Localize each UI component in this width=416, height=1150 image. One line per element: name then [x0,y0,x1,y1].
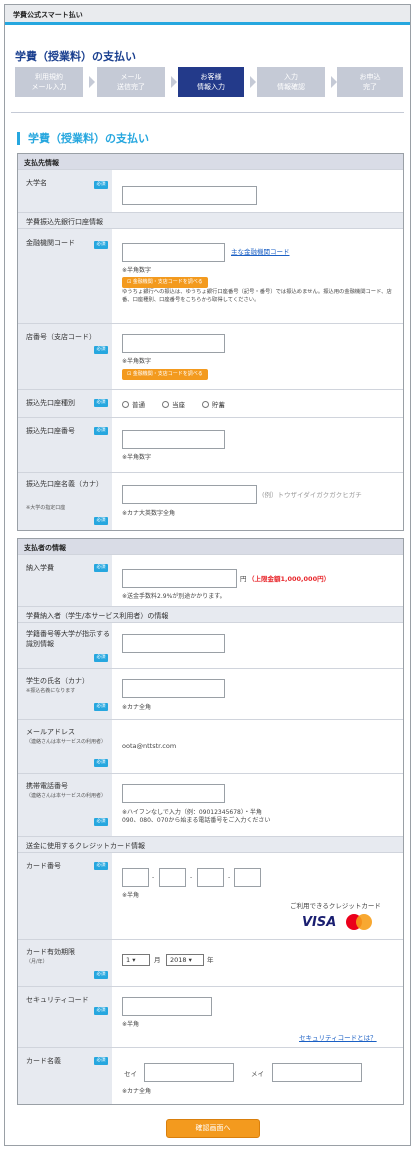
security-code-input[interactable] [122,997,212,1016]
required-badge: 必須 [94,399,108,407]
cards-label: ご利用できるクレジットカード [290,902,381,910]
required-badge: 必須 [94,703,108,711]
visa-logo: VISA [302,915,337,930]
radio-current[interactable]: 当座 [162,399,185,409]
card-number-3[interactable] [197,868,224,887]
security-code-link[interactable]: セキュリティコードとは？ [299,1032,377,1042]
divider [11,112,404,113]
email-value: oota@nttstr.com [122,742,177,750]
required-badge: 必須 [94,1007,108,1015]
card-number-2[interactable] [159,868,186,887]
section-title: 学費（授業料）の支払い [17,132,149,145]
top-bar: 学費公式スマート払い [5,5,410,25]
payer-info-box: 支払者の情報 納入学費 必須 円 （上限金額1,000,000円） ※送金手数料… [17,538,404,1105]
bank-code-input[interactable] [122,243,225,262]
branch-input[interactable] [122,334,225,353]
required-badge: 必須 [94,862,108,870]
step-5: お申込 完了 [337,67,403,97]
app-title: 学費公式スマート払い [13,11,83,19]
required-badge: 必須 [94,346,108,354]
student-name-input[interactable] [122,679,225,698]
step-arrow [171,76,177,88]
bank-code-link[interactable]: 主な金融機関コード [231,246,290,256]
card-number-4[interactable] [234,868,261,887]
card-number-1[interactable] [122,868,149,887]
required-badge: 必須 [94,971,108,979]
row-label: 大学名 必須 [18,169,112,212]
amount-input[interactable] [122,569,237,588]
bank-subheader: 学費振込先銀行口座情報 [18,212,403,228]
phone-input[interactable] [122,784,225,803]
required-badge: 必須 [94,564,108,572]
page-title: 学費（授業料）の支払い [15,50,136,63]
payer-header: 支払者の情報 [18,539,403,554]
radio-savings[interactable]: 貯蓄 [202,399,225,409]
card-subheader: 送金に使用するクレジットカード情報 [18,836,403,852]
required-badge: 必須 [94,654,108,662]
step-1: 利用規約 メール入力 [15,67,83,97]
required-badge: 必須 [94,818,108,826]
required-badge: 必須 [94,759,108,767]
confirm-button[interactable]: 確認画面へ [166,1119,260,1138]
step-arrow [250,76,256,88]
step-3-active: お客様 情報入力 [178,67,244,97]
university-input[interactable] [122,186,257,205]
step-4: 入力 情報確認 [257,67,325,97]
step-arrow [89,76,95,88]
card-holder-sei-input[interactable] [144,1063,234,1082]
required-badge: 必須 [94,427,108,435]
payee-info-box: 支払先情報 大学名 必須 学費振込先銀行口座情報 金融機関コード 必須 主な金融… [17,153,404,531]
required-badge: 必須 [94,241,108,249]
student-id-input[interactable] [122,634,225,653]
account-number-input[interactable] [122,430,225,449]
required-badge: 必須 [94,517,108,525]
lookup-code-button[interactable]: ⊡ 金融機関・支店コードを調べる [122,369,208,380]
account-name-input[interactable] [122,485,257,504]
required-badge: 必須 [94,1057,108,1065]
payer-subheader: 学費納入者（学生/本サービス利用者）の情報 [18,606,403,622]
expiry-month-select[interactable]: 1 ▾ [122,954,150,966]
payee-header: 支払先情報 [18,154,403,169]
mastercard-logo [346,914,372,932]
lookup-code-button[interactable]: ⊡ 金融機関・支店コードを調べる [122,277,208,288]
expiry-year-select[interactable]: 2018 ▾ [166,954,204,966]
progress-steps: 利用規約 メール入力 メール 送信完了 お客様 情報入力 入力 情報確認 お申込… [15,67,403,97]
page-frame: 学費公式スマート払い 学費（授業料）の支払い 利用規約 メール入力 メール 送信… [4,4,411,1146]
required-badge: 必須 [94,181,108,189]
card-holder-mei-input[interactable] [272,1063,362,1082]
radio-ordinary[interactable]: 普通 [122,399,145,409]
step-2: メール 送信完了 [97,67,165,97]
